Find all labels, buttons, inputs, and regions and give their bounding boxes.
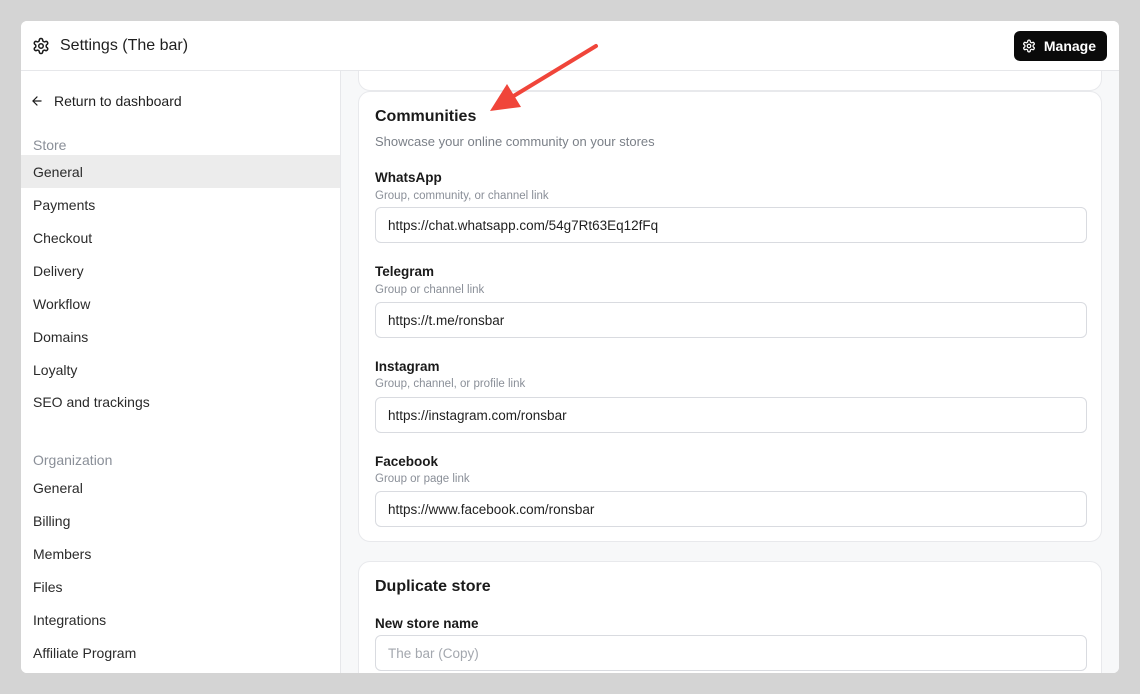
organization-group-label: Organization — [33, 452, 113, 468]
sidebar-item-checkout[interactable]: Checkout — [21, 221, 340, 254]
communities-title: Communities — [375, 108, 477, 125]
sidebar-item-billing[interactable]: Billing — [21, 504, 340, 537]
new-store-name-label: New store name — [375, 616, 479, 631]
page-title: Settings (The bar) — [60, 37, 189, 54]
arrow-left-icon — [32, 96, 42, 106]
sidebar-item-integrations[interactable]: Integrations — [21, 603, 340, 636]
previous-section-card — [358, 71, 1102, 91]
telegram-link-input[interactable] — [375, 302, 1087, 338]
whatsapp-hint: Group, community, or channel link — [375, 190, 549, 202]
whatsapp-label: WhatsApp — [375, 170, 442, 185]
return-to-dashboard-link[interactable]: Return to dashboard — [30, 93, 182, 109]
sidebar-item-seo-and-trackings[interactable]: SEO and trackings — [21, 385, 340, 418]
settings-content[interactable]: Communities Showcase your online communi… — [341, 71, 1119, 673]
top-bar: Settings (The bar) Manage — [21, 21, 1119, 71]
sidebar-item-store-general[interactable]: General — [21, 155, 340, 188]
communities-card: Communities Showcase your online communi… — [358, 91, 1102, 542]
sidebar-item-payments[interactable]: Payments — [21, 188, 340, 221]
instagram-link-input[interactable] — [375, 397, 1087, 433]
settings-window: Settings (The bar) Manage Return to dash… — [21, 21, 1119, 673]
sidebar-item-domains[interactable]: Domains — [21, 320, 340, 353]
sidebar-item-delivery[interactable]: Delivery — [21, 254, 340, 287]
manage-button-label: Manage — [1043, 38, 1096, 54]
facebook-link-input[interactable] — [375, 491, 1087, 527]
gear-icon — [1022, 39, 1035, 53]
facebook-hint: Group or page link — [375, 473, 470, 485]
instagram-hint: Group, channel, or profile link — [375, 378, 526, 390]
telegram-hint: Group or channel link — [375, 284, 485, 296]
new-store-name-input[interactable] — [375, 635, 1087, 671]
store-group-label: Store — [33, 137, 67, 153]
manage-button[interactable]: Manage — [1013, 31, 1107, 61]
sidebar-item-loyalty[interactable]: Loyalty — [21, 353, 340, 386]
duplicate-store-card: Duplicate store New store name — [358, 561, 1102, 673]
duplicate-store-title: Duplicate store — [375, 578, 491, 595]
facebook-label: Facebook — [375, 454, 439, 469]
whatsapp-link-input[interactable] — [375, 207, 1087, 243]
communities-subtitle: Showcase your online community on your s… — [375, 134, 655, 149]
sidebar-item-organization-general[interactable]: General — [21, 471, 340, 504]
sidebar-item-members[interactable]: Members — [21, 537, 340, 570]
return-to-dashboard-label: Return to dashboard — [54, 93, 182, 109]
telegram-label: Telegram — [375, 264, 435, 279]
sidebar-item-workflow[interactable]: Workflow — [21, 287, 340, 320]
instagram-label: Instagram — [375, 359, 440, 374]
gear-icon — [33, 37, 49, 55]
sidebar-item-affiliate-program[interactable]: Affiliate Program — [21, 636, 340, 669]
sidebar-item-files[interactable]: Files — [21, 570, 340, 603]
sidebar: Return to dashboard Store General Paymen… — [21, 71, 341, 673]
